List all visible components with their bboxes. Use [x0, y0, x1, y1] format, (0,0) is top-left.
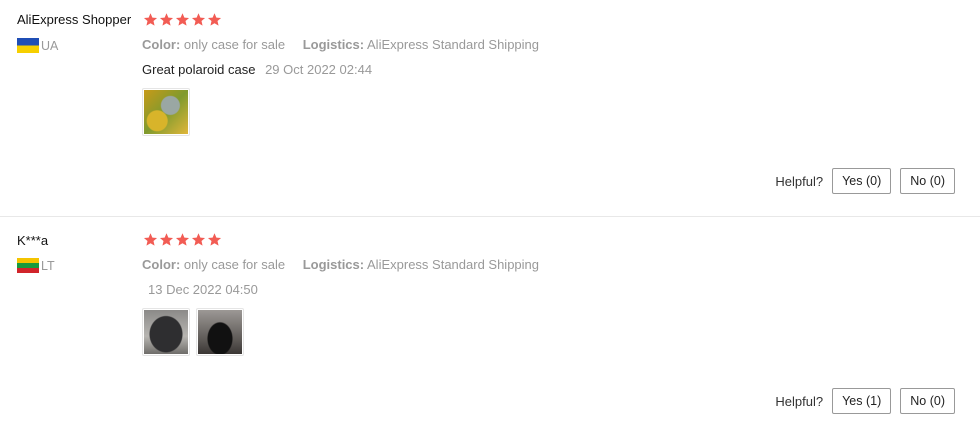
star-icon: [159, 13, 174, 26]
review-photo-thumbnail[interactable]: [142, 88, 190, 136]
country-code: LT: [41, 258, 55, 273]
review-text: Great polaroid case: [142, 62, 256, 77]
color-value: only case for sale: [183, 37, 286, 52]
helpful-yes-button[interactable]: Yes (1): [832, 388, 892, 414]
helpful-label: Helpful?: [775, 173, 824, 189]
review-meta: Color: only case for sale Logistics: Ali…: [142, 257, 539, 272]
star-icon: [191, 233, 206, 246]
star-icon: [175, 233, 190, 246]
star-icon: [207, 233, 222, 246]
review-item: AliExpress Shopper UA Color: only case f…: [0, 0, 980, 216]
star-icon: [191, 13, 206, 26]
review-photo-thumbnail[interactable]: [196, 308, 244, 356]
review-photo-thumbnail[interactable]: [142, 308, 190, 356]
logistics-label: Logistics:: [302, 257, 365, 272]
flag-lt-icon: [17, 258, 39, 273]
logistics-value: AliExpress Standard Shipping: [367, 37, 540, 52]
helpful-section: Helpful? Yes (1) No (0): [775, 388, 955, 414]
helpful-yes-button[interactable]: Yes (0): [832, 168, 892, 194]
helpful-no-button[interactable]: No (0): [900, 168, 955, 194]
helpful-label: Helpful?: [775, 393, 824, 409]
color-label: Color:: [142, 37, 181, 52]
star-icon: [207, 13, 222, 26]
country-code: UA: [41, 38, 59, 53]
review-content: Great polaroid case 29 Oct 2022 02:44: [142, 62, 372, 77]
review-item: K***a LT Color: only case for sale Logis…: [0, 216, 980, 433]
star-icon: [143, 13, 158, 26]
reviewer-country: UA: [17, 38, 58, 53]
star-icon: [159, 233, 174, 246]
review-meta: Color: only case for sale Logistics: Ali…: [142, 37, 539, 52]
flag-ua-icon: [17, 38, 39, 53]
logistics-label: Logistics:: [302, 37, 365, 52]
color-label: Color:: [142, 257, 181, 272]
review-photos: [142, 88, 190, 136]
helpful-no-button[interactable]: No (0): [900, 388, 955, 414]
review-date: 29 Oct 2022 02:44: [265, 62, 373, 77]
star-icon: [175, 13, 190, 26]
review-content: 13 Dec 2022 04:50: [142, 282, 258, 297]
star-icon: [143, 233, 158, 246]
color-value: only case for sale: [183, 257, 286, 272]
review-date: 13 Dec 2022 04:50: [148, 282, 258, 297]
review-photos: [142, 308, 244, 356]
star-rating: [143, 12, 222, 27]
reviewer-name: AliExpress Shopper: [17, 12, 132, 27]
helpful-section: Helpful? Yes (0) No (0): [775, 168, 955, 194]
reviewer-country: LT: [17, 258, 55, 273]
star-rating: [143, 232, 222, 247]
reviewer-name: K***a: [17, 233, 49, 248]
logistics-value: AliExpress Standard Shipping: [367, 257, 540, 272]
